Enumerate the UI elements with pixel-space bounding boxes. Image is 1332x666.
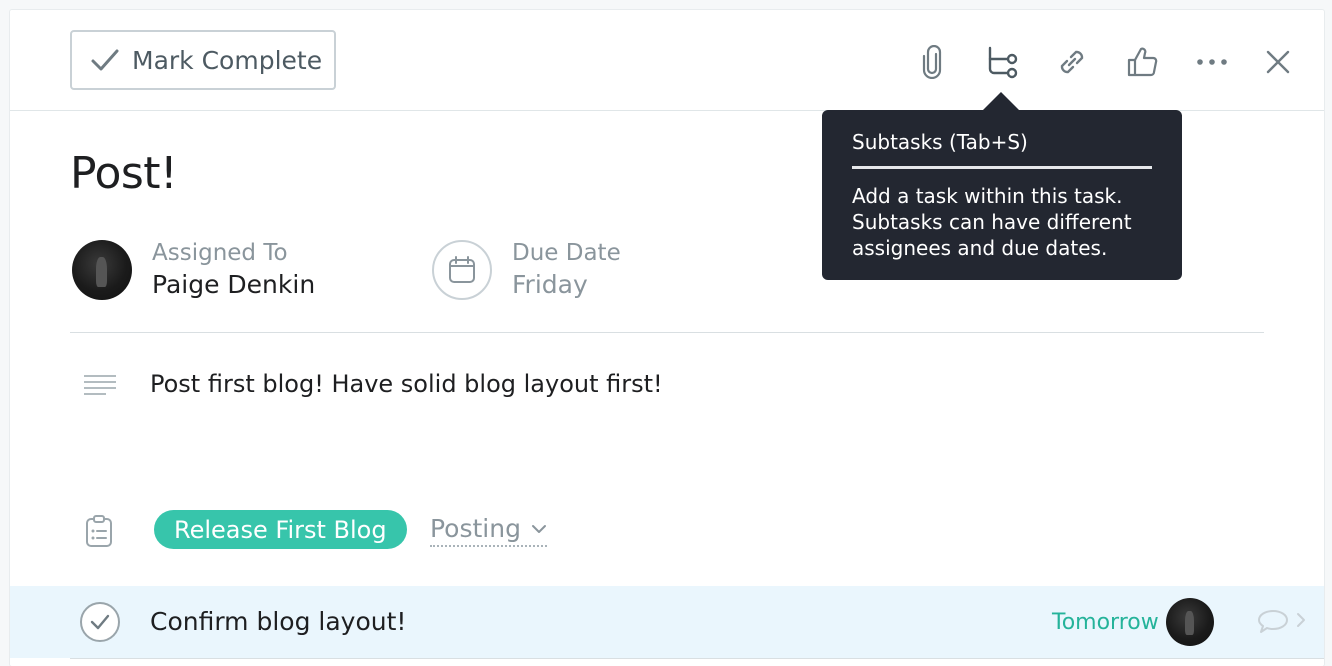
thumbs-up-icon[interactable] [1122, 42, 1162, 82]
subtask-row[interactable]: Confirm blog layout! Tomorrow [10, 586, 1324, 658]
checkmark-icon [91, 49, 119, 71]
assigned-to-label: Assigned To [152, 240, 288, 266]
due-date-label: Due Date [512, 240, 621, 266]
task-detail-panel: Mark Complete Post! Assigned To Paige De… [10, 10, 1324, 666]
tooltip-body: Add a task within this task. Subtasks ca… [852, 184, 1132, 260]
project-tag[interactable]: Release First Blog [154, 510, 407, 549]
subtask-due-date[interactable]: Tomorrow [1052, 610, 1159, 635]
task-description[interactable]: Post first blog! Have solid blog layout … [150, 370, 663, 398]
subtask-name[interactable]: Confirm blog layout! [150, 607, 406, 636]
subtasks-tooltip: Subtasks (Tab+S) Add a task within this … [822, 110, 1182, 280]
paperclip-icon[interactable] [912, 42, 952, 82]
calendar-icon [449, 256, 475, 283]
tooltip-title: Subtasks (Tab+S) [852, 130, 1152, 169]
clipboard-icon [84, 514, 114, 552]
assignee-avatar[interactable] [72, 240, 132, 300]
due-date-value[interactable]: Friday [512, 270, 588, 299]
mark-complete-button[interactable]: Mark Complete [70, 30, 336, 90]
close-icon[interactable] [1258, 42, 1298, 82]
subtasks-icon[interactable] [982, 42, 1022, 82]
due-date-button[interactable] [432, 240, 492, 300]
divider [70, 332, 1264, 333]
link-icon[interactable] [1052, 42, 1092, 82]
comment-icon[interactable] [1256, 608, 1312, 640]
subtask-assignee-avatar[interactable] [1166, 598, 1214, 646]
section-dropdown[interactable]: Posting [430, 514, 547, 547]
chevron-down-icon [531, 524, 546, 533]
subtask-complete-toggle[interactable] [80, 602, 120, 642]
checkmark-icon [90, 614, 110, 630]
section-label: Posting [430, 514, 521, 543]
description-icon [84, 374, 116, 400]
task-toolbar: Mark Complete [10, 10, 1324, 111]
mark-complete-label: Mark Complete [132, 45, 323, 75]
task-title[interactable]: Post! [70, 148, 178, 199]
assignee-name[interactable]: Paige Denkin [152, 270, 315, 299]
divider [70, 658, 1324, 659]
tooltip-arrow [983, 92, 1019, 110]
more-icon[interactable] [1192, 42, 1232, 82]
